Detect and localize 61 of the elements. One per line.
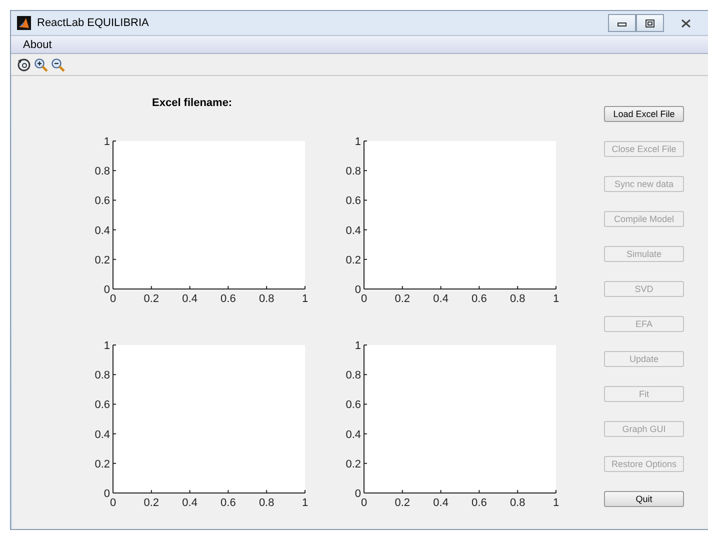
x-tick-label: 0.4 xyxy=(182,293,198,305)
x-tick-label: 0.8 xyxy=(510,293,526,305)
y-tick-label: 0.2 xyxy=(346,458,361,470)
y-tick-label: 0.8 xyxy=(94,166,110,178)
x-tick-label: 1 xyxy=(302,293,308,305)
close-icon xyxy=(681,18,691,28)
y-tick-label: 0 xyxy=(104,284,110,296)
action-button[interactable]: Load Excel File xyxy=(604,106,684,122)
x-tick-label: 0.2 xyxy=(394,293,410,305)
y-tick-label: 1 xyxy=(104,340,110,352)
window-title: ReactLab EQUILIBRIA xyxy=(37,17,149,29)
x-tick-label: 0.8 xyxy=(510,497,526,509)
x-tick-label: 0.4 xyxy=(433,293,448,305)
y-tick-label: 1 xyxy=(104,136,110,148)
y-tick-label: 0.2 xyxy=(346,254,361,266)
restore-icon xyxy=(645,18,655,28)
y-tick-label: 0.4 xyxy=(94,428,110,441)
x-tick-label: 0.6 xyxy=(220,497,236,509)
minimize-button[interactable] xyxy=(608,14,636,32)
x-tick-label: 1 xyxy=(302,497,308,509)
x-tick-label: 1 xyxy=(552,293,560,305)
y-tick-label: 0.6 xyxy=(346,399,361,412)
y-tick-label: 0.4 xyxy=(346,428,361,441)
x-tick-label: 0.6 xyxy=(220,293,236,305)
y-tick-label: 0 xyxy=(104,488,110,500)
zoom-in-icon[interactable] xyxy=(34,58,48,72)
y-tick-label: 0.4 xyxy=(346,224,361,237)
x-tick-label: 1 xyxy=(552,497,560,509)
y-tick-label: 0.8 xyxy=(346,166,361,178)
zoom-out-icon[interactable] xyxy=(51,58,65,72)
x-tick-label: 0.6 xyxy=(472,293,487,305)
y-tick-label: 0 xyxy=(354,284,361,296)
x-tick-label: 0.2 xyxy=(394,497,410,509)
x-tick-label: 0 xyxy=(110,293,116,305)
y-tick-label: 0.8 xyxy=(346,370,361,382)
y-tick-label: 0 xyxy=(354,488,361,500)
y-tick-label: 1 xyxy=(354,136,361,148)
y-tick-label: 0.6 xyxy=(94,195,110,208)
x-tick-label: 0 xyxy=(360,497,368,509)
x-tick-label: 0.2 xyxy=(144,497,160,509)
x-tick-label: 0.2 xyxy=(144,293,160,305)
x-tick-label: 0.8 xyxy=(258,497,274,509)
rotate-icon[interactable] xyxy=(17,58,31,72)
x-tick-label: 0.6 xyxy=(472,497,487,509)
x-tick-label: 0 xyxy=(110,497,116,509)
y-tick-label: 0.6 xyxy=(346,195,361,208)
app-logo-icon xyxy=(17,16,31,30)
action-button[interactable]: Quit xyxy=(604,491,684,507)
y-tick-label: 0.8 xyxy=(94,370,110,382)
filename-label: Excel filename: xyxy=(152,97,234,111)
y-tick-label: 0.4 xyxy=(94,224,110,237)
x-tick-label: 0.4 xyxy=(433,497,448,509)
x-tick-label: 0.8 xyxy=(258,293,274,305)
x-tick-label: 0 xyxy=(360,293,368,305)
menu-item[interactable]: About xyxy=(15,38,60,50)
y-tick-label: 0.2 xyxy=(94,458,110,470)
y-tick-label: 0.6 xyxy=(94,399,110,412)
x-tick-label: 0.4 xyxy=(182,497,198,509)
y-tick-label: 1 xyxy=(354,340,361,352)
restore-button[interactable] xyxy=(636,14,664,32)
y-tick-label: 0.2 xyxy=(94,254,110,266)
